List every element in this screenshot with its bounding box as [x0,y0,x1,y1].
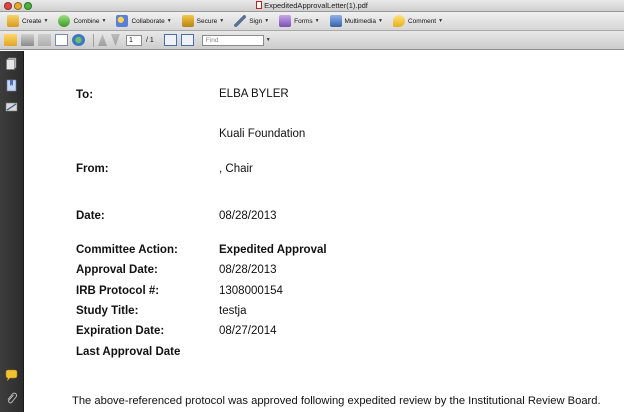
approval-date-value: 08/28/2013 [219,264,277,276]
lock-icon [181,15,194,27]
main-toolbar: Create ▼ Combine ▼ Collaborate ▼ Secure ▼ Si… [0,12,624,31]
sign-label: Sign [249,17,263,25]
to-label: To: [76,89,94,101]
from-label: From: [76,163,109,175]
create-icon [7,15,19,27]
last-approval-date-label: Last Approval Date [76,346,181,358]
multimedia-label: Multimedia [344,17,376,25]
fit-width-icon[interactable] [180,34,194,46]
globe-icon[interactable] [72,34,85,46]
collaborate-button[interactable]: Collaborate ▼ [113,14,174,29]
comment-button[interactable]: Comment ▼ [390,14,446,29]
create-button[interactable]: Create ▼ [4,14,51,29]
attachment-icon[interactable] [5,392,18,405]
bookmarks-icon[interactable] [5,79,18,92]
chevron-down-icon: ▼ [166,18,172,24]
pen-icon [234,15,247,27]
comment-icon [392,15,405,27]
date-value: 08/28/2013 [219,210,277,222]
page-total: / 1 [146,36,154,44]
study-title-label: Study Title: [76,305,139,317]
protocol-label: IRB Protocol #: [76,285,160,297]
from-value: , Chair [219,163,253,175]
chevron-down-icon: ▼ [264,18,270,24]
combine-label: Combine [73,17,100,25]
date-label: Date: [76,210,105,222]
combine-button[interactable]: Combine ▼ [55,14,109,29]
pages-icon[interactable] [5,57,18,70]
chevron-down-icon: ▼ [438,18,444,24]
chevron-down-icon: ▼ [377,18,383,24]
chevron-down-icon: ▼ [101,18,107,24]
pdf-file-icon [256,1,263,9]
chevron-down-icon: ▼ [43,18,49,24]
chevron-down-icon: ▼ [219,18,225,24]
save-icon[interactable] [38,34,51,46]
document-page: To: ELBA BYLER Kuali Foundation From: , … [25,51,624,412]
toolbar-divider [93,33,94,47]
comments-icon[interactable] [5,369,18,382]
arrow-down-icon[interactable] [111,34,120,46]
window-titlebar: ExpeditedApprovalLetter(1).pdf [0,0,624,12]
window-title-area: ExpeditedApprovalLetter(1).pdf [0,1,624,10]
fit-page-icon[interactable] [163,34,177,46]
multimedia-icon [329,15,342,27]
collaborate-label: Collaborate [131,17,165,25]
arrow-up-icon[interactable] [98,34,107,46]
to-organization: Kuali Foundation [219,128,306,140]
chevron-down-icon[interactable]: ▼ [266,37,271,43]
create-label: Create [22,17,42,25]
expiration-date-value: 08/27/2014 [219,325,277,337]
print-icon[interactable] [21,34,34,46]
protocol-value: 1308000154 [219,285,283,297]
find-input[interactable]: Find [201,34,264,46]
forms-icon [279,15,292,27]
window-title: ExpeditedApprovalLetter(1).pdf [264,1,368,10]
approval-body-text: The above-referenced protocol was approv… [72,395,601,407]
combine-icon [58,15,71,27]
page-number-input[interactable]: 1 [126,34,142,46]
chevron-down-icon: ▼ [314,18,320,24]
approval-date-label: Approval Date: [76,264,158,276]
open-folder-icon[interactable] [4,34,17,46]
comment-label: Comment [407,17,437,25]
study-title-value: testja [219,305,247,317]
committee-action-label: Committee Action: [76,244,178,256]
forms-button[interactable]: Forms ▼ [276,14,322,29]
expiration-date-label: Expiration Date: [76,325,165,337]
sign-button[interactable]: Sign ▼ [231,14,272,29]
secure-button[interactable]: Secure ▼ [179,14,228,29]
navigation-panel [0,51,24,412]
secure-label: Secure [196,17,218,25]
email-icon[interactable] [55,34,68,46]
signatures-icon[interactable] [5,101,18,114]
multimedia-button[interactable]: Multimedia ▼ [327,14,386,29]
navigation-toolbar: 1 / 1 Find ▼ [0,31,624,50]
forms-label: Forms [294,17,313,25]
collaborate-icon [116,15,129,27]
to-name: ELBA BYLER [219,88,289,100]
committee-action-value: Expedited Approval [219,244,327,256]
